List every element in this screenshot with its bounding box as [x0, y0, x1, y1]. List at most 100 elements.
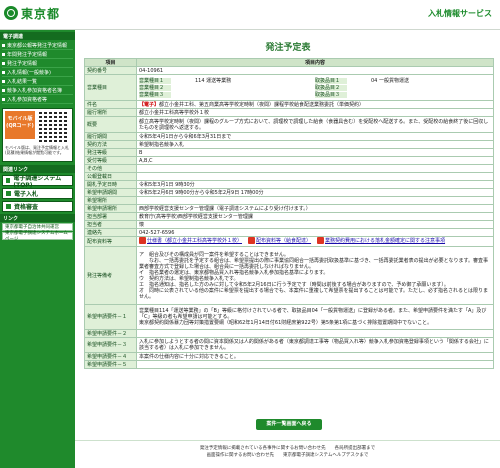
header: 東京都 入札情報サービス — [0, 0, 500, 30]
table-row: 希望申請要件－１ 営業種目114「運送等業務」の「B」等級に格付けされている者で、… — [84, 304, 494, 330]
row-label: 営業種目 — [84, 74, 137, 101]
row-value — [136, 329, 494, 338]
row-label: 希望場所 — [84, 196, 137, 205]
pdf-link[interactable]: 仕様書（都立小金井工科高等学校外１校） — [139, 237, 242, 244]
table-row: 希望場所 — [84, 196, 494, 205]
row-label: 概要 — [84, 116, 137, 133]
row-value: 04-10961 — [136, 66, 494, 75]
row-value: 希望制指名競争入札 — [136, 140, 494, 149]
sidebar-link[interactable]: 競争入札参加資格者名簿 — [2, 86, 73, 95]
table-row: 営業種目 営業種目１ 114 運送等業務 取扱品目１ 04 一般貨物運送 営業種目２ 取扱品… — [84, 74, 494, 101]
category-tag: 営業種目３ — [139, 91, 171, 98]
row-value: 【電子】都立小金井工科、第五商業高等学校定時制（夜間）課程学校給食配送業務委託（… — [136, 100, 494, 109]
back-to-list-button[interactable]: 案件一覧画面へ戻る — [256, 419, 322, 430]
qualification-button[interactable]: 資格審査 — [2, 201, 73, 212]
bullet-icon — [2, 88, 5, 92]
footer-line: 発注予定情報に掲載されている各事件に関するお問い合わせ先 各局所提出部署まで — [199, 446, 376, 451]
row-label: 発注等備考 — [84, 246, 137, 305]
category-value — [371, 91, 491, 98]
sidebar-link[interactable]: 年間発注予定情報 — [2, 50, 73, 59]
col-item-header: 項目 — [84, 58, 137, 67]
sidebar-link[interactable]: 入札情報(一般競争) — [2, 68, 73, 77]
table-row: 希望申請要件－４ 本案件の仕様内容に十分に対応できること。 — [84, 352, 494, 361]
row-value: 令和5年3月1日 9時30分 — [136, 180, 494, 189]
row-label: 希望申請要件－３ — [84, 337, 137, 353]
category-tag: 取扱品目３ — [315, 91, 347, 98]
row-label: 発注等級 — [84, 148, 137, 157]
sidebar-link[interactable]: 東京都公報等発注予定情報 — [2, 41, 73, 50]
row-label: 希望申請要件－５ — [84, 360, 137, 369]
bullet-icon — [2, 97, 5, 101]
order-schedule-table: 項目 項目内容 契約番号 04-10961 営業種目 営業種目１ 114 運送等業務 取扱品… — [84, 58, 494, 369]
row-value: 令和5年4月1日から令和6年3月31日まで — [136, 132, 494, 141]
row-label: 希望申請場所 — [84, 204, 137, 213]
table-row: 受付等級 A,B,C — [84, 156, 494, 165]
pdf-link[interactable]: 業務契約費用における落札金額確定に関する注意事項 — [317, 237, 445, 244]
tokyo-logo[interactable]: 東京都 — [4, 5, 60, 21]
row-value: 都立高等学校定時制（夜間）課程のグループ方式において、調理校で調理した給食（食器… — [136, 116, 494, 133]
footer-line: 画面操作に関するお問い合わせ先 東京都電子調達システムヘルプデスクまで — [206, 453, 369, 458]
table-row: 希望申請要件－５ — [84, 360, 494, 369]
row-value: 教育庁(高等学校)西部学校経営支援センター管理課 — [136, 212, 494, 221]
table-row: 発注等備考ア 組合及びその構成員が同一案件を希望することはできません。 なお、一… — [84, 246, 494, 305]
square-icon — [6, 178, 11, 183]
table-row: 希望申請場所 西部学校経営支援センター管理課（電子調達システムにより受け付けます。… — [84, 204, 494, 213]
pdf-icon — [139, 237, 146, 244]
category-value: 04 一般貨物運送 — [371, 77, 409, 84]
e-bidding-button[interactable]: 電子入札 — [2, 188, 73, 199]
row-label: 希望申請期間 — [84, 188, 137, 197]
row-value: 入札に参加しようとする者の間に資本関係又は人的関係がある者（東京都調達工事等（物… — [136, 337, 494, 353]
table-row: 履行場所 都立小金井工科高等学校外１校 — [84, 108, 494, 117]
col-content-header: 項目内容 — [136, 58, 494, 67]
footer: 発注予定情報に掲載されている各事件に関するお問い合わせ先 各局所提出部署まで 画… — [75, 440, 500, 468]
row-value: 仕様書（都立小金井工科高等学校外１校） 配布資料等（給食配達） 業務契約費用における… — [136, 236, 494, 247]
qr-code-icon — [39, 112, 69, 142]
row-label: 契約方法 — [84, 140, 137, 149]
row-value: 懐 — [136, 220, 494, 229]
table-row: 契約方法 希望制指名競争入札 — [84, 140, 494, 149]
row-label: 希望申請要件－４ — [84, 352, 137, 361]
row-value: 本案件の仕様内容に十分に対応できること。 — [136, 352, 494, 361]
table-row: 履行期間 令和5年4月1日から令和6年3月31日まで — [84, 132, 494, 141]
row-value: 営業種目１ 114 運送等業務 取扱品目１ 04 一般貨物運送 営業種目２ 取扱品目２ 営業… — [136, 74, 494, 101]
category-value — [195, 84, 315, 91]
e-procurement-button[interactable]: 電子調達システム(TOP) — [2, 175, 73, 189]
footer-link[interactable]: 東京都電子調達システムホームページ — [2, 231, 73, 242]
row-value: ア 組合及びその構成員が同一案件を希望することはできません。 なお、一括再委託を… — [136, 246, 494, 305]
sidebar-link[interactable]: 発注予定情報 — [2, 59, 73, 68]
row-value: 営業種目114「運送等業務」の「B」等級に格付けされている者で、取扱品目04「一… — [136, 304, 494, 330]
table-row: 担当部署 教育庁(高等学校)西部学校経営支援センター管理課 — [84, 212, 494, 221]
pdf-link[interactable]: 配布資料等（給食配達） — [248, 237, 311, 244]
bullet-icon — [2, 43, 5, 47]
category-tag: 取扱品目２ — [315, 84, 347, 91]
row-label: 希望申請要件－２ — [84, 329, 137, 338]
row-label: 履行場所 — [84, 108, 137, 117]
sidebar-link[interactable]: 入札結果一覧 — [2, 77, 73, 86]
table-row: 希望申請期間 令和5年2月6日 9時00分から令和5年2月9日 17時00分 — [84, 188, 494, 197]
row-value: 都立小金井工科高等学校外１校 — [136, 108, 494, 117]
table-row: 配布資料等 仕様書（都立小金井工科高等学校外１校） 配布資料等（給食配達） 業務契約費… — [84, 236, 494, 247]
square-icon — [6, 191, 11, 196]
service-name: 入札情報サービス — [428, 9, 492, 18]
row-value — [136, 172, 494, 181]
case-title: 都立小金井工科、第五商業高等学校定時制（夜間）課程学校給食配送業務委託（単価契約… — [159, 101, 365, 108]
row-label: 履行期間 — [84, 132, 137, 141]
bullet-icon — [2, 61, 5, 65]
mobile-note: モバイル版は、発注予定情報と入札(見積)結果情報が閲覧可能です。 — [5, 145, 69, 155]
table-row: 公報登載日 — [84, 172, 494, 181]
table-row: 開札予定日時 令和5年3月1日 9時30分 — [84, 180, 494, 189]
mobile-qr-panel: モバイル版 (QRコード) モバイル版は、発注予定情報と入札(見積)結果情報が閲… — [2, 108, 73, 162]
row-label: 受付等級 — [84, 156, 137, 165]
sidebar-section-title: リンク — [0, 214, 75, 222]
row-value — [136, 164, 494, 173]
sidebar-link[interactable]: 入札参加資格者等 — [2, 95, 73, 104]
row-value: B — [136, 148, 494, 157]
row-label: 希望申請要件－１ — [84, 304, 137, 330]
table-row: 件名 【電子】都立小金井工科、第五商業高等学校定時制（夜間）課程学校給食配送業務委… — [84, 100, 494, 109]
table-row: その他 — [84, 164, 494, 173]
category-tag: 取扱品目１ — [315, 77, 347, 84]
pdf-link-label: 業務契約費用における落札金額確定に関する注意事項 — [325, 237, 446, 244]
bullet-icon — [2, 52, 5, 56]
category-tag: 営業種目１ — [139, 77, 171, 84]
row-value: 令和5年2月6日 9時00分から令和5年2月9日 17時00分 — [136, 188, 494, 197]
